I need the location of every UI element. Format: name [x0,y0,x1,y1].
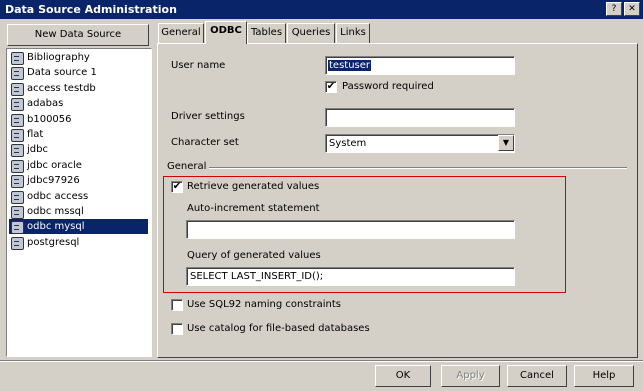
user-name-value: testuser [328,60,372,71]
window-title: Data Source Administration [5,3,177,16]
driver-settings-field[interactable] [325,108,515,127]
database-icon [11,206,24,219]
list-item-label: Bibliography [27,52,90,63]
list-item-label: odbc access [27,190,89,202]
database-icon [11,144,24,158]
database-icon [11,129,24,142]
tab-tables[interactable]: Tables [247,23,286,43]
character-set-value: System [329,138,367,149]
list-item-label: jdbc97926 [27,175,80,187]
database-icon [11,67,24,81]
tab-general[interactable]: General [158,23,204,43]
query-generated-value: SELECT LAST_INSERT_ID(); [190,271,324,282]
character-set-label: Character set [171,137,239,148]
help-button[interactable]: Help [574,365,634,387]
query-generated-field[interactable]: SELECT LAST_INSERT_ID(); [186,267,515,286]
list-item-label: odbc mysql [27,221,85,233]
chevron-down-icon[interactable]: ▼ [498,135,514,151]
list-item[interactable]: jdbc oracle [9,158,148,173]
list-item-label: flat [27,129,44,140]
retrieve-generated-checkbox[interactable]: ✔ [171,181,183,193]
password-required-label: Password required [342,81,434,92]
database-icon [11,175,24,189]
driver-settings-label: Driver settings [171,111,245,122]
list-item-label: postgresql [27,236,80,248]
list-item[interactable]: access testdb [9,81,148,96]
sql92-checkbox[interactable] [171,299,183,311]
user-name-label: User name [171,60,226,71]
footer-divider [0,360,643,362]
general-group-label: General [167,161,210,172]
list-item-label: odbc mssql [27,206,84,217]
list-item[interactable]: b100056 [9,112,148,127]
database-icon [11,190,24,204]
list-item-label: b100056 [27,113,72,125]
list-item[interactable]: jdbc [9,142,148,158]
sql92-label: Use SQL92 naming constraints [187,299,341,310]
character-set-select[interactable]: System [325,134,515,153]
user-name-field[interactable]: testuser [325,56,515,75]
database-icon [11,52,24,65]
group-divider [167,167,627,169]
database-icon [11,82,24,96]
apply-button[interactable]: Apply [441,365,500,387]
list-item[interactable]: postgresql [9,235,148,250]
data-source-list[interactable]: Bibliography Data source 1 access testdb ad… [6,48,152,357]
list-item-label: access testdb [27,82,96,94]
query-generated-label: Query of generated values [187,250,321,261]
list-item-label: jdbc [27,144,48,156]
list-item-label: Data source 1 [27,67,97,79]
auto-increment-label: Auto-increment statement [187,203,320,214]
list-item[interactable]: jdbc97926 [9,173,148,189]
catalog-label: Use catalog for file-based databases [187,323,370,334]
retrieve-generated-label: Retrieve generated values [187,181,320,192]
tab-links[interactable]: Links [336,23,370,43]
list-item[interactable]: adabas [9,96,148,112]
list-item[interactable]: flat [9,127,148,142]
database-icon [11,98,24,112]
auto-increment-field[interactable] [186,220,515,239]
catalog-checkbox[interactable] [171,323,183,335]
list-item[interactable]: Data source 1 [9,65,148,81]
list-item[interactable]: odbc access [9,189,148,204]
list-item[interactable]: odbc mssql [9,204,148,219]
help-title-button[interactable]: ? [606,2,622,16]
tab-odbc[interactable]: ODBC [205,21,247,44]
list-item[interactable]: odbc mysql [9,219,148,235]
list-item-label: jdbc oracle [27,159,82,171]
list-item[interactable]: Bibliography [9,50,148,65]
tab-queries[interactable]: Queries [287,23,335,43]
password-required-checkbox[interactable]: ✔ [325,81,337,93]
database-icon [11,113,24,127]
list-item-label: adabas [27,98,64,110]
database-icon [11,221,24,235]
ok-button[interactable]: OK [375,365,431,387]
database-icon [11,159,24,173]
close-icon[interactable]: ✕ [624,2,640,16]
new-data-source-button[interactable]: New Data Source [7,24,149,46]
cancel-button[interactable]: Cancel [507,365,567,387]
database-icon [11,236,24,250]
